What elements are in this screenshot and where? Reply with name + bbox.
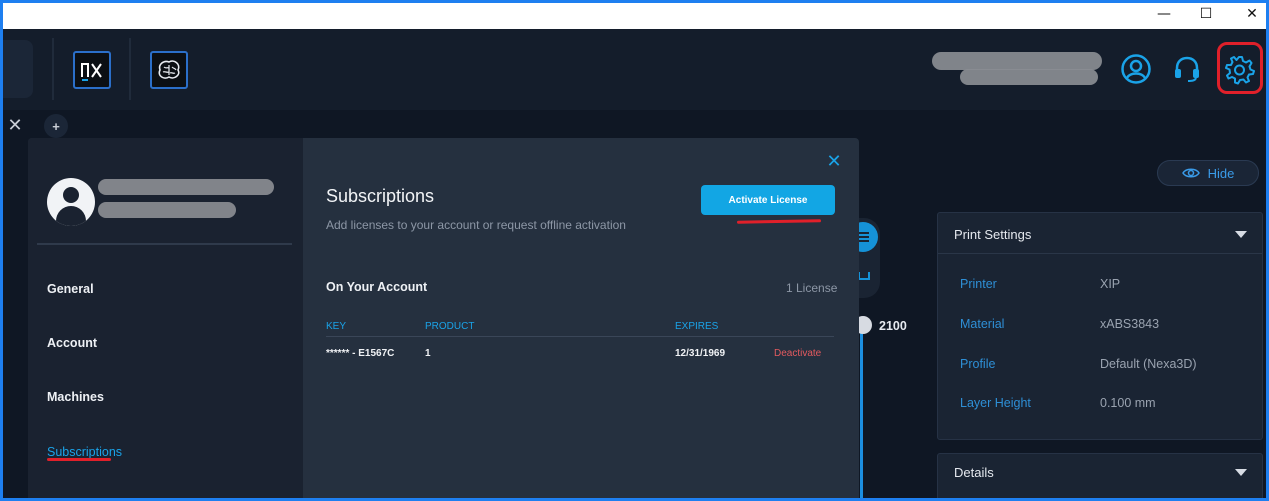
eye-icon (1181, 168, 1200, 178)
annotation-underline (736, 219, 822, 224)
sidebar-item-account[interactable]: Account (47, 336, 97, 350)
page-subtitle: Add licenses to your account or request … (326, 218, 626, 232)
deactivate-link[interactable]: Deactivate (774, 348, 821, 359)
nx-logo-icon (78, 56, 106, 84)
sidebar-divider (37, 243, 292, 245)
window-title-bar (0, 0, 1269, 29)
brain-icon (158, 60, 180, 79)
add-tab-button[interactable]: + (44, 114, 68, 138)
hide-label: Hide (1207, 165, 1235, 181)
section-title: On Your Account (326, 280, 428, 294)
close-icon[interactable]: ✕ (824, 151, 844, 171)
chevron-down-icon[interactable] (1235, 469, 1247, 476)
support-headset-icon[interactable] (1170, 52, 1204, 86)
sidebar-item-machines[interactable]: Machines (47, 390, 104, 404)
user-email-redacted (960, 69, 1098, 85)
profile-name-redacted (98, 179, 274, 195)
table-header-divider (326, 336, 834, 337)
printer-value[interactable]: XIP (1100, 277, 1120, 291)
column-header-product: PRODUCT (425, 321, 475, 332)
license-expires: 12/31/1969 (675, 348, 726, 359)
profile-email-redacted (98, 202, 236, 218)
panel-divider (938, 253, 1262, 254)
annotation-underline (47, 458, 111, 461)
settings-sidebar: General Account Machines Subscriptions (28, 138, 303, 501)
license-count: 1 License (786, 281, 838, 295)
nx-app-icon[interactable] (73, 51, 111, 89)
profile-value[interactable]: Default (Nexa3D) (1100, 357, 1197, 371)
brain-app-icon[interactable] (150, 51, 188, 89)
layer-slider-value: 2100 (879, 319, 907, 333)
layer-height-label: Layer Height (960, 396, 1031, 410)
window-close-button[interactable]: ✕ (1229, 2, 1269, 26)
chevron-down-icon[interactable] (1235, 231, 1247, 238)
tab-close-icon[interactable]: ✕ (3, 112, 27, 138)
settings-modal: General Account Machines Subscriptions ✕… (28, 138, 859, 501)
material-label: Material (960, 317, 1005, 331)
annotation-circle (1217, 42, 1263, 94)
ruler-icon[interactable] (858, 272, 870, 280)
details-title: Details (954, 465, 994, 480)
layer-slider-track[interactable] (860, 332, 863, 501)
column-header-expires: EXPIRES (675, 321, 719, 332)
sidebar-item-subscriptions[interactable]: Subscriptions (47, 445, 122, 459)
maximize-button[interactable]: ☐ (1183, 2, 1229, 26)
profile-label: Profile (960, 357, 996, 371)
activate-license-button[interactable]: Activate License (701, 185, 835, 215)
collapsed-panel[interactable] (3, 40, 33, 98)
material-value[interactable]: xABS3843 (1100, 317, 1159, 331)
header-divider (129, 38, 131, 100)
license-key: ****** - E1567C (326, 348, 395, 359)
license-product: 1 (425, 348, 431, 359)
user-name-redacted (932, 52, 1102, 70)
avatar (47, 178, 95, 226)
header-divider (52, 38, 54, 100)
minimize-button[interactable]: — (1141, 2, 1187, 26)
printer-label: Printer (960, 277, 997, 291)
tab-strip (3, 110, 1266, 140)
column-header-key: KEY (326, 321, 347, 332)
sidebar-item-general[interactable]: General (47, 282, 94, 296)
details-panel: Details (937, 453, 1263, 501)
page-title: Subscriptions (326, 186, 435, 206)
layer-height-value[interactable]: 0.100 mm (1100, 396, 1156, 410)
print-settings-title: Print Settings (954, 227, 1032, 242)
account-icon[interactable] (1119, 52, 1153, 86)
hide-button[interactable]: Hide (1157, 160, 1259, 186)
